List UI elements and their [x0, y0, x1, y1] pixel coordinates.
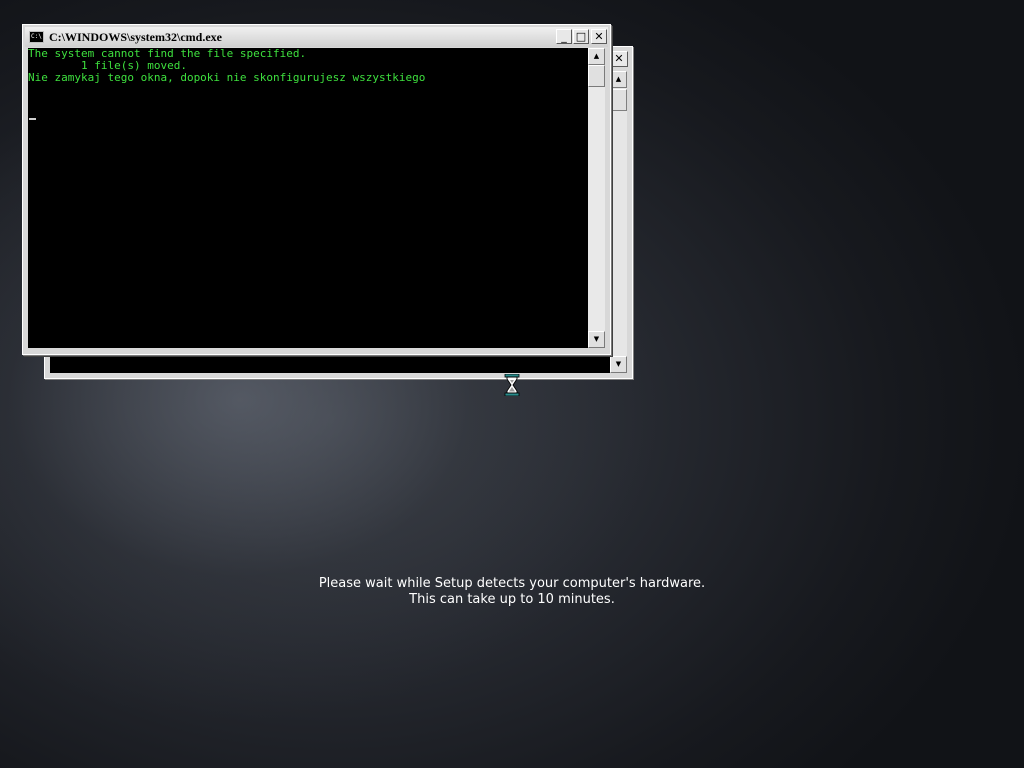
console-icon: C:\	[29, 31, 44, 43]
scroll-up-button[interactable]: ▲	[588, 48, 605, 65]
close-button[interactable]: ✕	[610, 51, 628, 67]
console-output[interactable]: The system cannot find the file specifie…	[28, 48, 588, 348]
window-title: C:\WINDOWS\system32\cmd.exe	[49, 30, 222, 44]
hourglass-icon	[504, 373, 520, 397]
scroll-down-button[interactable]: ▼	[588, 331, 605, 348]
scroll-down-button[interactable]: ▼	[610, 356, 627, 373]
scroll-thumb[interactable]	[588, 65, 605, 87]
status-line: This can take up to 10 minutes.	[409, 592, 615, 607]
setup-status-message: Please wait while Setup detects your com…	[262, 576, 762, 608]
scroll-thumb[interactable]	[610, 89, 627, 111]
status-line: Please wait while Setup detects your com…	[318, 576, 706, 591]
close-button[interactable]: ✕	[591, 29, 607, 44]
title-bar[interactable]: C:\ C:\WINDOWS\system32\cmd.exe _ □ ✕	[25, 27, 608, 47]
maximize-button[interactable]: □	[573, 29, 589, 44]
vertical-scrollbar[interactable]: ▲ ▼	[610, 71, 627, 373]
minimize-button[interactable]: _	[556, 29, 572, 44]
cmd-window[interactable]: C:\ C:\WINDOWS\system32\cmd.exe _ □ ✕ Th…	[22, 24, 611, 355]
console-line: Nie zamykaj tego okna, dopoki nie skonfi…	[28, 71, 426, 84]
vertical-scrollbar[interactable]: ▲ ▼	[588, 48, 605, 348]
scroll-up-button[interactable]: ▲	[610, 71, 627, 88]
text-cursor	[29, 118, 36, 120]
console-area[interactable]	[50, 353, 610, 373]
